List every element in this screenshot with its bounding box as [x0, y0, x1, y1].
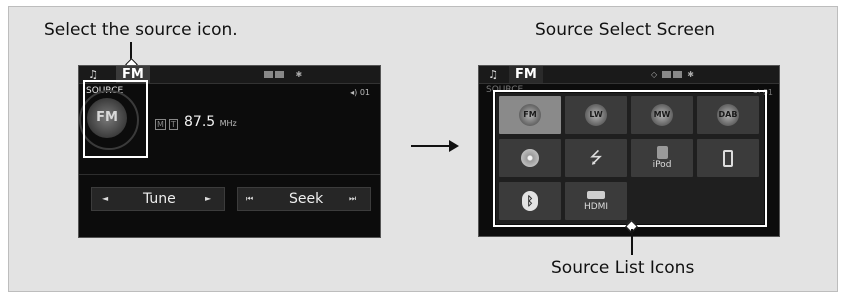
signal-icon: [264, 71, 273, 78]
seek-label: Seek: [289, 191, 324, 207]
divider: [79, 174, 380, 175]
arrow-right-icon: [449, 140, 459, 152]
seek-control: ⏮ Seek ⏭: [237, 187, 371, 211]
caption-source-select-screen: Source Select Screen: [535, 20, 716, 40]
rds-badge-t: T: [168, 119, 178, 130]
frequency-display: 87.5 MHz: [184, 114, 237, 130]
bluetooth-status-icon-right: ✱: [687, 70, 695, 79]
caption-source-list-icons: Source List Icons: [551, 258, 695, 278]
tab-fm-right[interactable]: FM: [509, 66, 543, 83]
signal-icon-right: [661, 71, 671, 78]
seek-forward-button[interactable]: ⏭: [349, 188, 356, 210]
source-list-highlight: [493, 90, 767, 227]
tune-up-button[interactable]: ►: [205, 188, 211, 210]
seek-back-button[interactable]: ⏮: [246, 188, 253, 210]
preset-indicator: ◂) 01: [350, 88, 370, 97]
status-bar-right: ♫ FM ◇ ✱: [479, 66, 779, 84]
status-icons-right: ◇ ✱: [651, 70, 695, 79]
tune-label: Tune: [143, 191, 176, 207]
status-icons: ✱: [264, 69, 303, 80]
frequency-value: 87.5: [184, 114, 216, 130]
rds-badge-m: M: [155, 119, 166, 130]
bluetooth-status-icon: ✱: [295, 70, 304, 79]
tune-down-button[interactable]: ◄: [102, 188, 108, 210]
phone-status-icon-right: [672, 71, 682, 78]
rds-badges: MT: [155, 119, 181, 130]
leader-line-source-list: [631, 229, 633, 255]
audio-screen-fm: ♫ FM ✱ ◂) 01 SOURCE FM MT 87.5 MHz ◄ Tun…: [78, 65, 381, 238]
phone-status-icon: [275, 71, 284, 78]
source-icon-highlight: [83, 80, 148, 158]
preset-number: 01: [359, 88, 370, 97]
tune-control: ◄ Tune ►: [91, 187, 225, 211]
frequency-unit: MHz: [219, 119, 237, 128]
caption-select-source-icon: Select the source icon.: [44, 20, 238, 40]
music-note-icon-right[interactable]: ♫: [485, 68, 501, 81]
source-select-screen: ♫ FM ◇ ✱ SOURCE ◂) 01 FM LW MW DAB ⭍: [478, 65, 780, 237]
